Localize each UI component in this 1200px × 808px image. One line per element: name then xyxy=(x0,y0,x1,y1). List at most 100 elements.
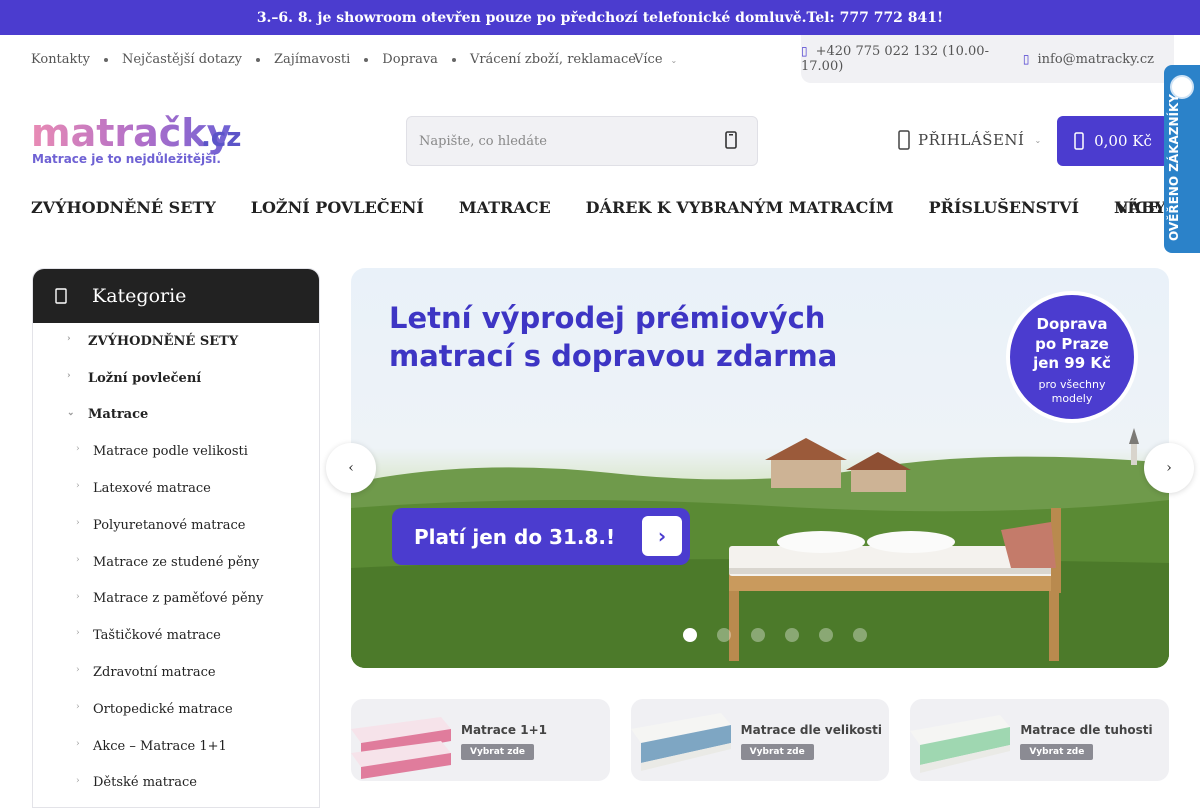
login-button[interactable]: PŘIHLÁŠENÍ ⌄ xyxy=(898,130,1042,150)
util-link-faq[interactable]: Nejčastější dotazy xyxy=(122,52,242,67)
subcategory-item[interactable]: › Polyuretanové matrace xyxy=(33,507,319,544)
cart-total: 0,00 Kč xyxy=(1094,132,1152,150)
chevron-right-icon: › xyxy=(67,334,71,344)
email-text: info@matracky.cz xyxy=(1037,51,1154,67)
nav-item-sets[interactable]: ZVÝHODNĚNÉ SETY xyxy=(31,198,216,217)
phone-text: +420 775 022 132 (10.00-17.00) xyxy=(801,44,989,74)
subcategory-item[interactable]: › Zdravotní matrace xyxy=(33,654,319,691)
cart-icon xyxy=(1074,132,1084,150)
chevron-right-icon: › xyxy=(76,591,80,602)
badge-text: OVĚŘENO ZÁKAZNÍKY xyxy=(1167,94,1181,241)
subcategory-item[interactable]: › Latexové matrace xyxy=(33,470,319,507)
slider-dot[interactable] xyxy=(717,628,731,642)
cart-button[interactable]: 0,00 Kč xyxy=(1057,116,1169,166)
subcategory-item[interactable]: › Matrace podle velikosti xyxy=(33,433,319,470)
promo-line4: pro všechny xyxy=(1038,377,1106,391)
separator-dot xyxy=(451,57,456,62)
tile-select-button[interactable]: Vybrat zde xyxy=(740,744,814,760)
slider-prev-button[interactable]: ‹ xyxy=(326,443,376,493)
subcategory-item[interactable]: › Ortopedické matrace xyxy=(33,691,319,728)
slider-dot[interactable] xyxy=(819,628,833,642)
subcategory-item[interactable]: › Dětské matrace xyxy=(33,765,319,802)
utility-nav: Kontakty Nejčastější dotazy Zajímavosti … xyxy=(31,52,636,67)
contact-phone[interactable]: ▯ +420 775 022 132 (10.00-17.00) xyxy=(801,44,1003,74)
util-link-returns[interactable]: Vrácení zboží, reklamace xyxy=(470,52,636,67)
promo-line1: Doprava xyxy=(1036,315,1108,333)
shipping-promo-badge: Doprava po Praze jen 99 Kč pro všechny m… xyxy=(1006,291,1138,423)
category-sidebar: Kategorie › ZVÝHODNĚNÉ SETY › Ložní povleč… xyxy=(32,268,320,808)
chevron-down-icon: ⌄ xyxy=(67,407,75,418)
main-nav: ZVÝHODNĚNÉ SETY LOŽNÍ POVLEČENÍ MATRACE … xyxy=(31,198,1200,217)
util-link-shipping[interactable]: Doprava xyxy=(382,52,438,67)
banner-headline-line2: matrací s dopravou zdarma xyxy=(389,338,838,373)
chevron-right-icon: › xyxy=(76,517,80,528)
chevron-right-icon: › xyxy=(76,701,80,712)
category-item[interactable]: › ZVÝHODNĚNÉ SETY xyxy=(33,323,319,360)
category-item[interactable]: › Ložní povlečení xyxy=(33,360,319,397)
menu-icon xyxy=(55,288,67,304)
nav-item-mattresses[interactable]: MATRACE xyxy=(459,198,551,217)
tile-select-button[interactable]: Vybrat zde xyxy=(1020,744,1094,760)
chevron-right-icon: › xyxy=(76,775,80,786)
subcategory-label: Akce – Matrace 1+1 xyxy=(93,738,227,754)
subcategory-item[interactable]: › Matrace z paměťové pěny xyxy=(33,581,319,618)
nav-item-accessories[interactable]: PŘÍSLUŠENSTVÍ xyxy=(929,198,1079,217)
search-icon[interactable] xyxy=(725,130,739,150)
util-more-dropdown[interactable]: Více ⌄ xyxy=(634,52,677,67)
subcategory-item[interactable]: › Taštičkové matrace xyxy=(33,617,319,654)
user-icon xyxy=(898,130,910,150)
search-box xyxy=(406,116,758,166)
svg-text:Matrace je to nejdůležitější.: Matrace je to nejdůležitější. xyxy=(32,152,221,166)
subcategory-label: Latexové matrace xyxy=(93,481,211,497)
subcategory-label: Polyuretanové matrace xyxy=(93,517,246,533)
hero-slider[interactable]: Letní výprodej prémiových matrací s dopr… xyxy=(351,268,1169,668)
verified-customers-badge[interactable]: OVĚŘENO ZÁKAZNÍKY xyxy=(1164,65,1200,253)
slider-dot[interactable] xyxy=(751,628,765,642)
slider-dot[interactable] xyxy=(853,628,867,642)
category-list: › ZVÝHODNĚNÉ SETY › Ložní povlečení ⌄ Matra… xyxy=(33,323,319,801)
tile-title: Matrace 1+1 xyxy=(461,723,547,737)
chevron-right-icon: › xyxy=(76,444,80,455)
envelope-icon: ▯ xyxy=(1022,51,1030,66)
separator-dot xyxy=(364,57,369,62)
category-label: Ložní povlečení xyxy=(88,370,202,386)
announcement-text: 3.–6. 8. je showroom otevřen pouze po př… xyxy=(256,9,944,26)
search-input[interactable] xyxy=(407,117,697,165)
banner-cta-button[interactable]: Platí jen do 31.8.! › xyxy=(392,508,690,565)
slider-pagination xyxy=(683,628,867,642)
nav-item-gift[interactable]: DÁREK K VYBRANÝM MATRACÍM xyxy=(586,198,894,217)
chevron-right-icon: › xyxy=(76,554,80,565)
chevron-right-icon: › xyxy=(76,628,80,639)
slider-next-button[interactable]: › xyxy=(1144,443,1194,493)
tile-select-button[interactable]: Vybrat zde xyxy=(461,744,535,760)
util-link-contacts[interactable]: Kontakty xyxy=(31,52,90,67)
subcategory-item[interactable]: › Matrace ze studené pěny xyxy=(33,544,319,581)
tile-title: Matrace dle tuhosti xyxy=(1020,723,1153,737)
promo-line2: po Praze xyxy=(1035,334,1109,353)
util-more-label: Více xyxy=(634,52,663,67)
category-label: ZVÝHODNĚNÉ SETY xyxy=(88,333,239,349)
subcategory-item[interactable]: › Akce – Matrace 1+1 xyxy=(33,728,319,765)
nav-item-bedding[interactable]: LOŽNÍ POVLEČENÍ xyxy=(251,198,424,217)
tile-mattress-by-firmness[interactable]: Matrace dle tuhosti Vybrat zde xyxy=(910,699,1170,781)
site-logo[interactable]: matračky .cz Matrace je to nejdůležitějš… xyxy=(31,111,261,170)
sidebar-header[interactable]: Kategorie xyxy=(33,269,319,323)
category-item[interactable]: ⌄ Matrace xyxy=(33,397,319,434)
promo-line3: jen 99 Kč xyxy=(1033,354,1111,372)
banner-headline: Letní výprodej prémiových matrací s dopr… xyxy=(389,300,837,375)
contact-email[interactable]: ▯ info@matracky.cz xyxy=(1023,52,1154,67)
slider-dot[interactable] xyxy=(683,628,697,642)
separator-dot xyxy=(103,57,108,62)
tile-mattress-by-size[interactable]: Matrace dle velikosti Vybrat zde xyxy=(630,699,890,781)
slider-dot[interactable] xyxy=(785,628,799,642)
util-link-interesting[interactable]: Zajímavosti xyxy=(274,52,350,67)
category-label: Matrace xyxy=(88,407,149,423)
mattress-blue-image xyxy=(630,713,731,771)
subcategory-label: Dětské matrace xyxy=(93,775,197,791)
chevron-down-icon: ⌄ xyxy=(670,56,678,65)
tile-mattress-1plus1[interactable]: Matrace 1+1 Vybrat zde xyxy=(351,699,610,781)
subcategory-label: Ortopedické matrace xyxy=(93,701,233,717)
sidebar-title: Kategorie xyxy=(92,285,187,307)
nav-item-more[interactable]: VÍCE xyxy=(1115,198,1160,217)
promo-line5: modely xyxy=(1051,392,1093,406)
